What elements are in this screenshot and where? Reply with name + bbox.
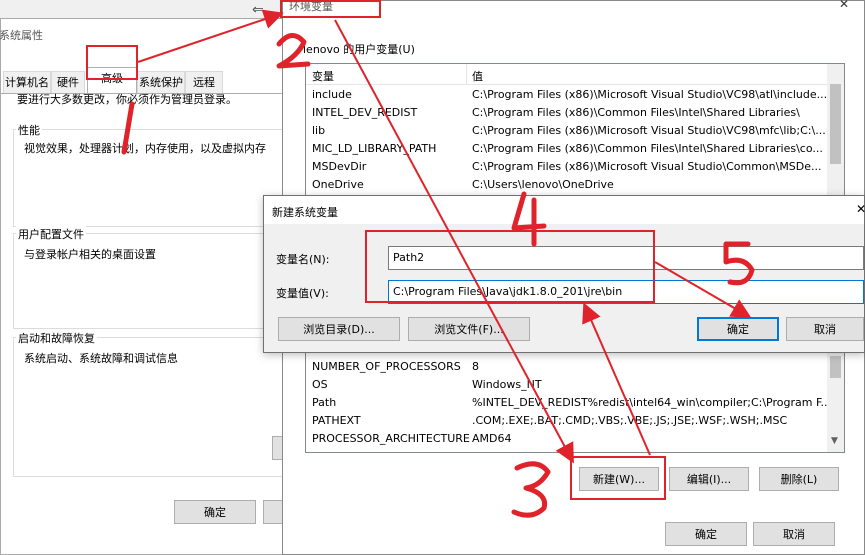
arrow-new-to-fields: [582, 302, 651, 456]
arrow-fields-to-ok: [654, 261, 752, 319]
number-4-stroke: [511, 191, 547, 247]
number-1-stroke: [121, 101, 135, 155]
number-2-stroke: [276, 33, 311, 69]
number-5-stroke: [723, 241, 755, 286]
number-3-stroke: [511, 461, 551, 518]
annotation-arrows: [121, 9, 755, 518]
arrow-advanced-to-envtitle: [137, 9, 284, 63]
